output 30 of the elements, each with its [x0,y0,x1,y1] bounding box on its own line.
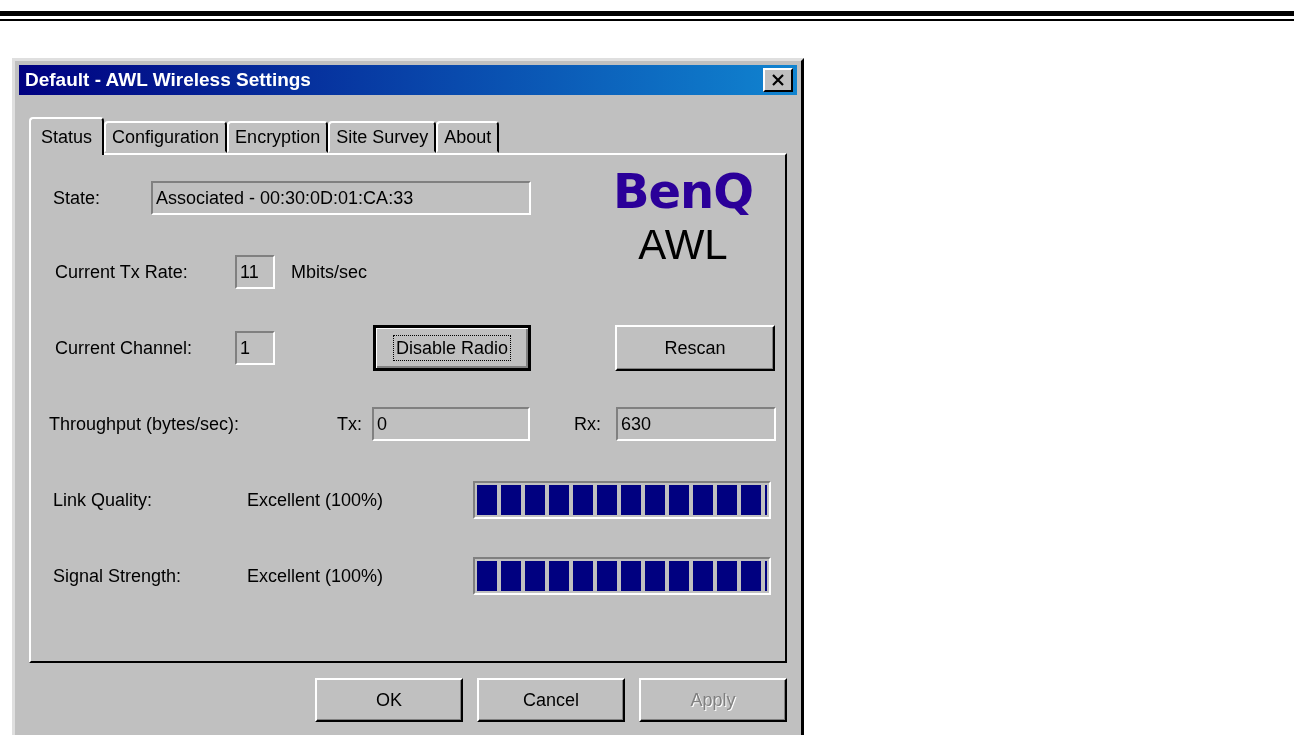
field-label: Tx: [337,413,363,435]
tab[interactable]: Site Survey [328,121,437,153]
field-label: State: [52,187,102,209]
rx-field: 630 [616,407,776,441]
disable-radio-button[interactable]: Disable Radio [373,325,531,371]
field-label: Rx: [573,413,602,435]
tab[interactable]: Configuration [104,121,228,153]
field-label: Current Channel: [54,337,194,359]
close-button[interactable] [763,68,793,92]
tx-rate-field: 11 [235,255,275,289]
unit-label: Mbits/sec [291,261,368,283]
meter-reading: Excellent (100%) [247,489,385,511]
logo-product: AWL [638,220,728,270]
tx-field: 0 [372,407,530,441]
field-label: Current Tx Rate: [54,261,189,283]
logo-brand: BenQ [612,163,754,219]
tab[interactable]: Status [29,117,105,155]
meter-label: Signal Strength: [52,565,183,587]
tab[interactable]: About [436,121,500,153]
meter-reading: Excellent (100%) [247,565,385,587]
state-field: Associated - 00:30:0D:01:CA:33 [151,181,531,215]
tab[interactable]: Encryption [227,121,329,153]
dialog-button[interactable]: OK [315,678,463,722]
close-icon [771,74,785,86]
rescan-button[interactable]: Rescan [615,325,775,371]
window-title: Default - AWL Wireless Settings [25,69,311,91]
meter-label: Link Quality: [52,489,154,511]
field-label: Throughput (bytes/sec): [48,413,241,435]
channel-field: 1 [235,331,275,365]
dialog-button[interactable]: Cancel [477,678,625,722]
